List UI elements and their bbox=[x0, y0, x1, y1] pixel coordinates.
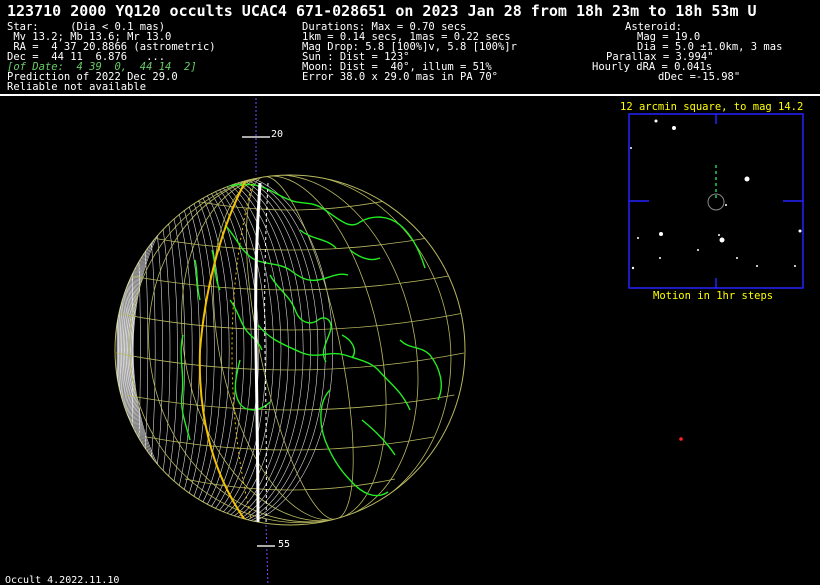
path-label-bottom: 55 bbox=[278, 539, 290, 550]
axis-bottom bbox=[265, 524, 269, 585]
finder-title: 12 arcmin square, to mag 14.2 bbox=[620, 101, 804, 113]
globe-outline bbox=[114, 174, 466, 526]
occult-chart: 123710 2000 YQ120 occults UCAC4 671-0286… bbox=[0, 0, 820, 585]
software-version: Occult 4.2022.11.10 bbox=[5, 575, 120, 585]
finder-caption: Motion in 1hr steps bbox=[653, 290, 774, 302]
path-label-top: 20 bbox=[271, 129, 283, 140]
